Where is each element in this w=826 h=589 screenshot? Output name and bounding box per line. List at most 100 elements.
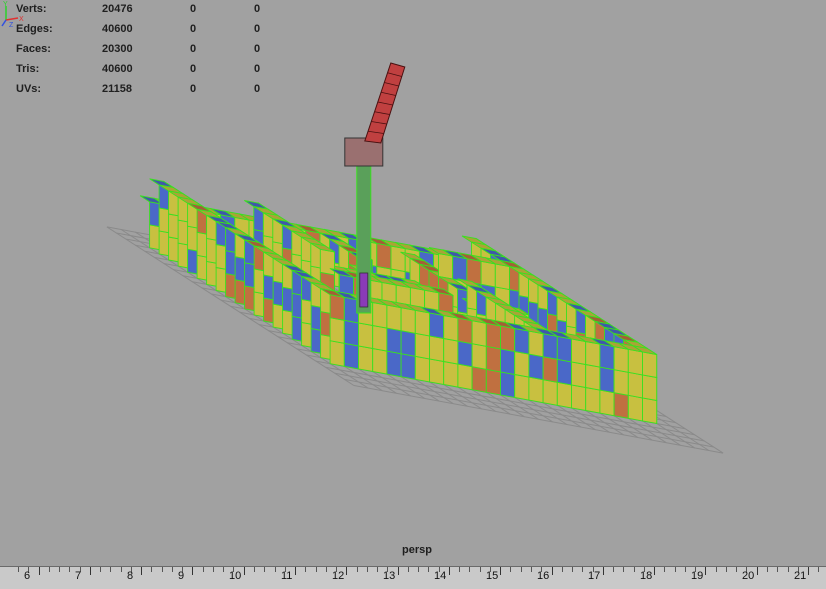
timeline-tick — [59, 567, 60, 572]
timeline-frame-number[interactable]: 13 — [383, 570, 395, 582]
cube-face-front — [343, 342, 359, 370]
time-slider[interactable]: 6 7 8 9 10 11 12 13 14 15 16 17 18 19 20 21 — [0, 566, 826, 589]
cube-face-front — [372, 347, 388, 375]
timeline-tick — [675, 567, 676, 572]
hud-value-total: 21158 — [102, 83, 132, 95]
timeline-tick — [244, 567, 245, 575]
timeline-frame-number[interactable]: 6 — [24, 570, 30, 582]
timeline-tick — [39, 567, 40, 575]
timeline-tick — [428, 567, 429, 572]
axis-gizmo-icon: Y X Z — [1, 1, 24, 28]
cube-face-front — [457, 340, 473, 368]
cube-face-front — [542, 379, 558, 406]
timeline-frame-number[interactable]: 11 — [281, 570, 292, 582]
cube-face-front — [500, 348, 516, 376]
cube-face-front — [372, 301, 388, 329]
timeline-frame-number[interactable]: 10 — [229, 570, 241, 582]
timeline-tick — [264, 567, 265, 572]
cube-face-front — [599, 366, 615, 394]
timeline-frame-number[interactable]: 21 — [794, 570, 806, 582]
cube-face-front — [556, 381, 572, 409]
hud-value-selected: 0 — [190, 83, 197, 95]
timeline-tick — [469, 567, 470, 572]
timeline-frame-number[interactable]: 19 — [691, 570, 703, 582]
hud-value-total: 40600 — [102, 63, 133, 75]
maze-mesh[interactable] — [139, 178, 658, 425]
cube-face-front — [329, 294, 345, 321]
cube-face-front — [571, 384, 587, 412]
timeline-tick — [521, 567, 522, 572]
cube-face-front — [613, 392, 629, 419]
timeline-tick — [726, 567, 727, 572]
timeline-frame-number[interactable]: 12 — [332, 570, 344, 582]
timeline-tick — [254, 567, 255, 572]
timeline-tick — [172, 567, 173, 572]
cube-face-front — [528, 376, 544, 404]
hud-value-component: 0 — [254, 3, 261, 15]
timeline-tick — [346, 567, 347, 575]
cube-face-front — [390, 245, 406, 273]
timeline-frame-number[interactable]: 17 — [588, 570, 600, 582]
timeline-frame-number[interactable]: 14 — [434, 570, 446, 582]
tower-base-block — [359, 272, 369, 308]
timeline-frame-number[interactable]: 8 — [127, 570, 133, 582]
cube-face-front — [613, 369, 629, 396]
timeline-tick — [100, 567, 101, 572]
timeline-tick — [326, 567, 327, 572]
cube-face-front — [400, 330, 416, 357]
timeline-frame-number[interactable]: 16 — [537, 570, 549, 582]
cube-face-front — [471, 320, 487, 347]
cube-face-front — [457, 317, 473, 345]
cube-face-front — [500, 325, 516, 353]
cube-face-front — [429, 335, 445, 363]
cube-face-front — [642, 374, 658, 402]
cube-face-front — [627, 348, 643, 376]
cube-face-front — [372, 324, 388, 352]
timeline-tick — [777, 567, 778, 572]
timeline-tick — [110, 567, 111, 572]
timeline-tick — [367, 567, 368, 572]
cube-face-front — [414, 332, 430, 360]
timeline-tick — [141, 567, 142, 575]
hud-value-component: 0 — [254, 83, 261, 95]
hud-value-total: 20300 — [102, 43, 133, 55]
timeline-tick — [562, 567, 563, 572]
timeline-frame-number[interactable]: 9 — [178, 570, 184, 582]
timeline-tick — [213, 567, 214, 572]
timeline-tick — [603, 567, 604, 575]
timeline-tick — [192, 567, 193, 575]
timeline-tick — [654, 567, 655, 575]
timeline-frame-number[interactable]: 20 — [742, 570, 754, 582]
timeline-tick — [316, 567, 317, 572]
cube-face-front — [452, 255, 468, 283]
hud-value-component: 0 — [254, 43, 261, 55]
timeline-tick — [223, 567, 224, 572]
cube-face-front — [485, 345, 501, 373]
hud-row-verts: Verts: 20476 0 0 — [16, 2, 276, 22]
cube-face-front — [386, 350, 402, 378]
hud-value-total: 40600 — [102, 23, 133, 35]
timeline-tick — [418, 567, 419, 572]
cube-face-front — [627, 394, 643, 422]
perspective-viewport[interactable]: Verts: 20476 0 0 Edges: 40600 0 0 Faces:… — [0, 0, 826, 566]
timeline-tick — [808, 567, 809, 575]
cube-face-front — [556, 335, 572, 363]
axis-y-label: Y — [3, 1, 8, 8]
timeline-frame-number[interactable]: 18 — [640, 570, 652, 582]
timeline-tick — [757, 567, 758, 575]
hud-value-selected: 0 — [190, 43, 197, 55]
timeline-frame-number[interactable]: 15 — [486, 570, 498, 582]
timeline-tick — [623, 567, 624, 572]
cube-face-front — [500, 371, 516, 399]
timeline-frame-number[interactable]: 7 — [75, 570, 81, 582]
hud-row-tris: Tris: 40600 0 0 — [16, 62, 276, 82]
hud-value-selected: 0 — [190, 3, 197, 15]
timeline-tick — [203, 567, 204, 572]
cube-face-front — [585, 386, 601, 414]
timeline-tick — [162, 567, 163, 572]
timeline-tick — [613, 567, 614, 572]
cube-face-front — [457, 363, 473, 391]
timeline-tick — [408, 567, 409, 572]
axis-z-label: Z — [9, 22, 14, 28]
hud-value-selected: 0 — [190, 23, 197, 35]
